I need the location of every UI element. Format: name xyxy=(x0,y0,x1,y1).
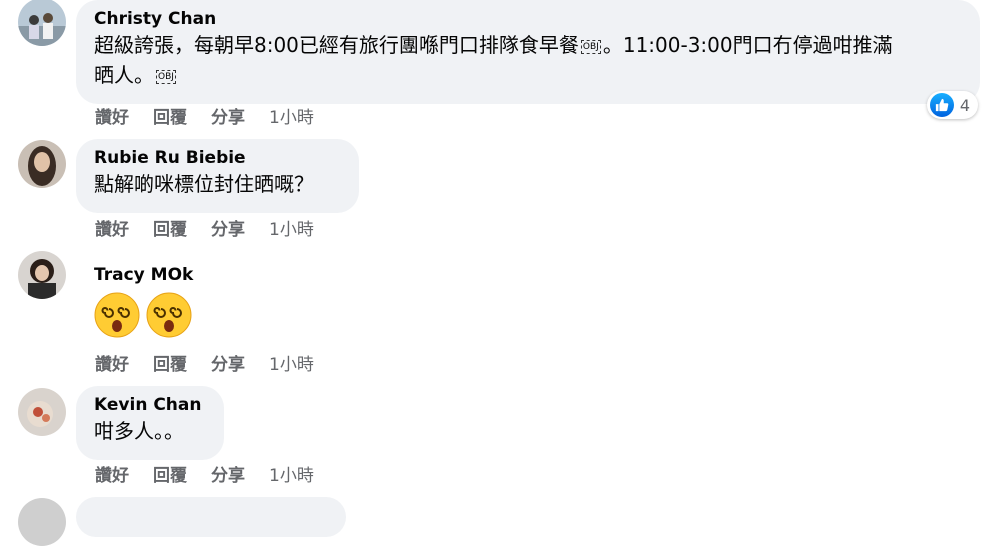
like-button[interactable]: 讚好 xyxy=(95,218,129,242)
comment-actions: 讚好 回覆 分享 1小時 xyxy=(95,353,314,377)
comment-bubble: Kevin Chan 咁多人。。 xyxy=(76,386,224,460)
avatar[interactable] xyxy=(18,388,66,436)
comment-text-part: 晒人。 xyxy=(94,63,154,87)
share-button[interactable]: 分享 xyxy=(211,353,245,377)
comment-bubble xyxy=(76,497,346,537)
avatar[interactable] xyxy=(18,140,66,188)
reaction-summary[interactable]: 4 xyxy=(926,91,978,119)
share-button[interactable]: 分享 xyxy=(211,464,245,488)
comment-actions: 讚好 回覆 分享 1小時 xyxy=(95,218,314,242)
obj-placeholder-icon: OBJ xyxy=(156,69,176,84)
avatar[interactable] xyxy=(18,251,66,299)
timestamp[interactable]: 1小時 xyxy=(269,218,314,242)
obj-placeholder-icon: OBJ xyxy=(580,39,601,54)
avatar[interactable] xyxy=(18,0,66,46)
comment-text: 咁多人。。 xyxy=(94,419,184,443)
like-reaction-icon xyxy=(929,93,954,117)
comment-actions: 讚好 回覆 分享 1小時 xyxy=(95,464,314,488)
share-button[interactable]: 分享 xyxy=(211,106,245,130)
avatar[interactable] xyxy=(18,498,66,546)
reply-button[interactable]: 回覆 xyxy=(153,106,187,130)
reply-button[interactable]: 回覆 xyxy=(153,353,187,377)
reply-button[interactable]: 回覆 xyxy=(153,464,187,488)
timestamp[interactable]: 1小時 xyxy=(269,353,314,377)
comment-author[interactable]: Christy Chan xyxy=(94,8,962,30)
comment-bubble: Christy Chan 超級誇張，每朝早8:00已經有旅行團喺門口排隊食早餐 O… xyxy=(76,0,980,104)
comment-text: 點解啲咪標位封住晒嘅？ xyxy=(94,172,314,196)
comment-author[interactable]: Rubie Ru Biebie xyxy=(94,147,341,169)
reply-button[interactable]: 回覆 xyxy=(153,218,187,242)
comment-author[interactable]: Tracy MOk xyxy=(94,264,193,286)
timestamp[interactable]: 1小時 xyxy=(269,106,314,130)
comment-text: 超級誇張，每朝早8:00已經有旅行團喺門口排隊食早餐 OBJ 。11:00-3:00… xyxy=(94,30,962,90)
like-button[interactable]: 讚好 xyxy=(95,353,129,377)
share-button[interactable]: 分享 xyxy=(211,218,245,242)
comment-text-part: 超級誇張，每朝早8:00已經有旅行團喺門口排隊食早餐 xyxy=(94,33,579,57)
like-button[interactable]: 讚好 xyxy=(95,464,129,488)
reaction-count: 4 xyxy=(959,95,970,115)
dizzy-face-emoji xyxy=(94,292,140,338)
comment-actions: 讚好 回覆 分享 1小時 xyxy=(95,106,314,130)
comment-bubble: Rubie Ru Biebie 點解啲咪標位封住晒嘅？ xyxy=(76,139,359,213)
emoji-row xyxy=(94,292,198,338)
dizzy-face-emoji xyxy=(146,292,192,338)
timestamp[interactable]: 1小時 xyxy=(269,464,314,488)
like-button[interactable]: 讚好 xyxy=(95,106,129,130)
comment-author[interactable]: Kevin Chan xyxy=(94,394,206,416)
comment-text-part: 。11:00-3:00門口冇停過咁推滿 xyxy=(602,33,893,57)
